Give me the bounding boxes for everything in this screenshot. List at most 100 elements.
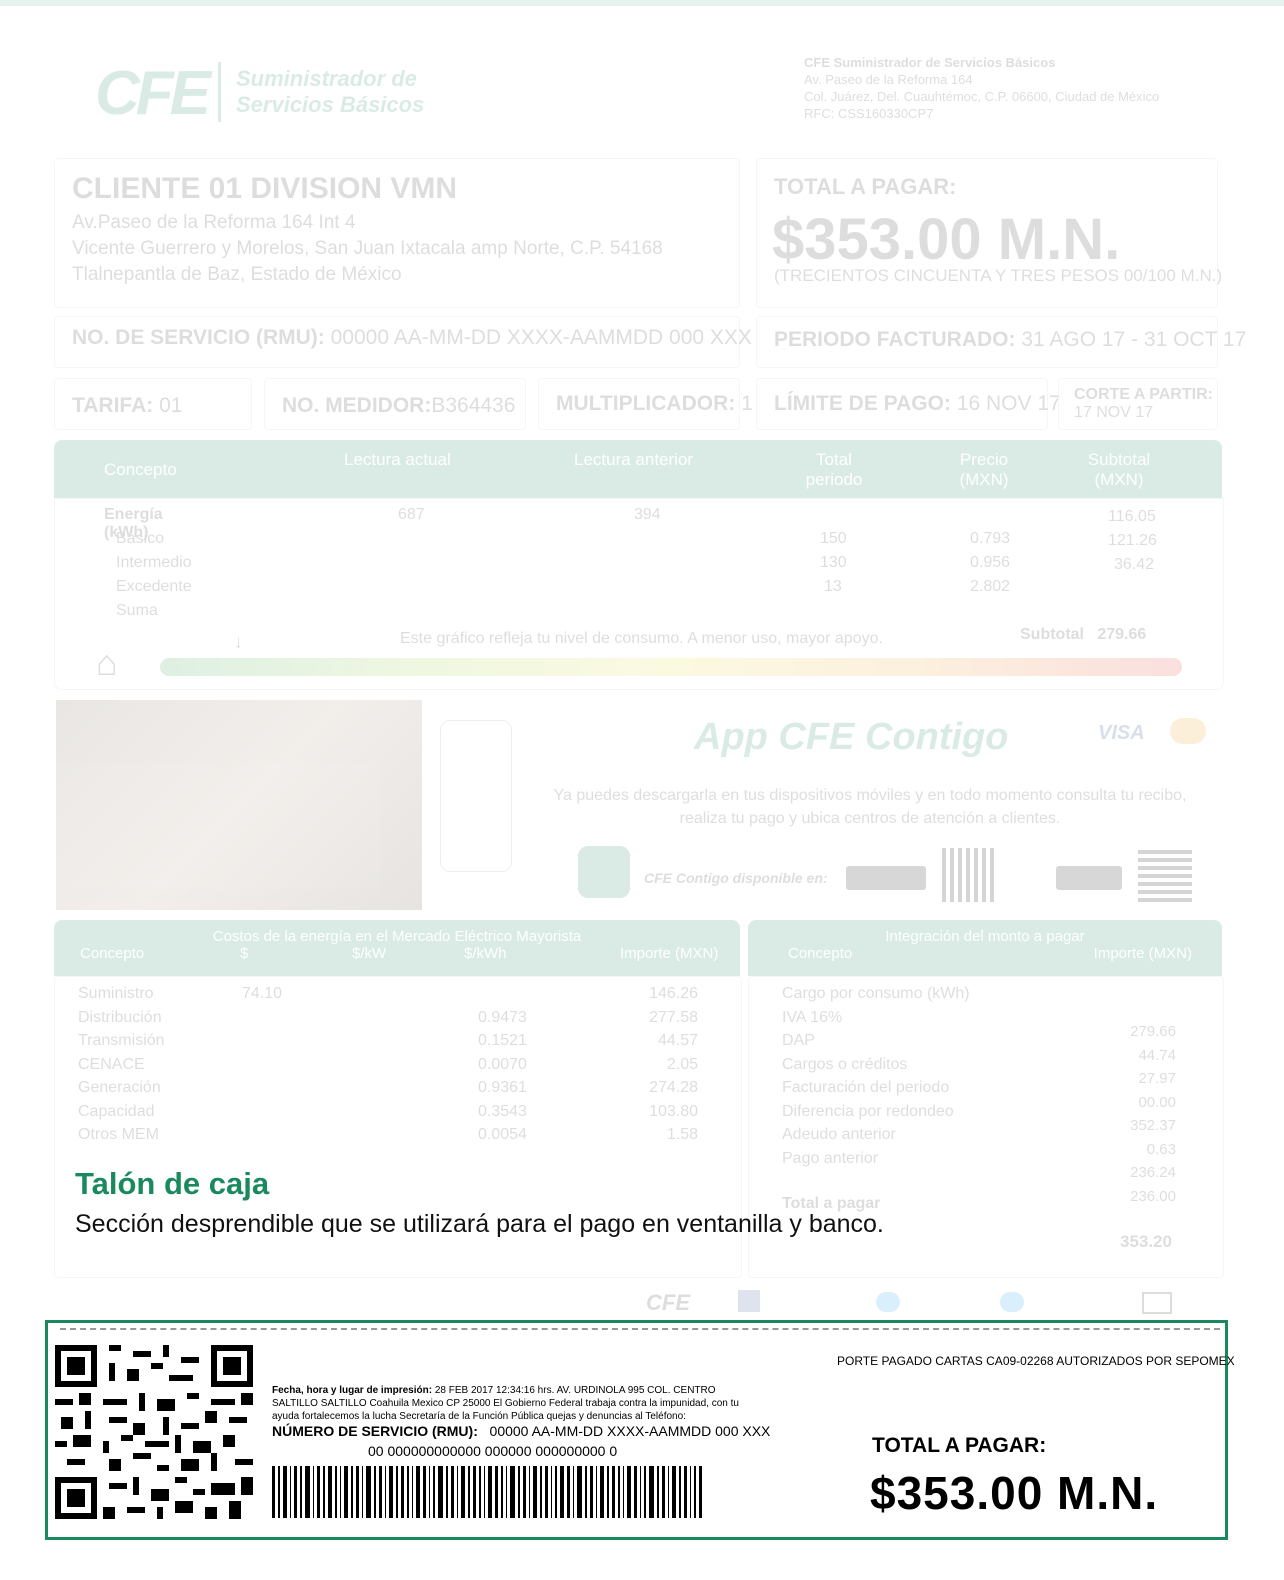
cost-row-concepto: Distribución [78,1008,162,1026]
cut-line [60,1328,1220,1330]
cost-rows: Suministro 74.10 146.26 Distribución 0.9473… [78,982,718,1147]
payment-amount: 27.97 [1138,1070,1176,1087]
stub-service-number: NÚMERO DE SERVICIO (RMU): 00000 AA-MM-DD… [272,1423,770,1439]
cost-row-c: 0.0070 [478,1055,527,1073]
col-precio: Precio (MXN) [959,450,1009,489]
cost-row-c: 0.9473 [478,1008,527,1026]
app-description: Ya puedes descargarla en tus dispositivo… [553,787,1187,827]
cost-row-importe: 277.58 [649,1008,698,1026]
cost-row-concepto: Otros MEM [78,1126,159,1143]
print-info: Fecha, hora y lugar de impresión: 28 FEB… [272,1384,752,1423]
cost-row-c: 0.9361 [478,1079,527,1096]
period-label: PERIODO FACTURADO: [774,328,1016,351]
client-address2: Vicente Guerrero y Morelos, San Juan Ixt… [72,238,663,259]
cost-col-kw: $/kW [352,945,387,962]
cell-precio-2: 0.956 [970,554,1011,571]
mastercard-logo [1170,718,1206,744]
cell-actual: 687 [398,506,425,523]
cost-table-header: Costos de la energía en el Mercado Eléct… [54,920,740,976]
twitter-icon [876,1292,900,1312]
cost-col-kwh: $/kWh [464,945,507,962]
payment-table-header: Integración del monto a pagar Concepto I… [748,920,1222,976]
multiplicador: MULTIPLICADOR: 1 [556,392,753,416]
corte-value: 17 NOV 17 [1074,404,1154,421]
medidor-label: NO. MEDIDOR: [282,394,432,417]
payment-row: Cargo por consumo (kWh) [782,985,970,1002]
stub-total-label: TOTAL A PAGAR: [872,1434,1047,1457]
cost-row-concepto: Generación [78,1079,161,1096]
consumption-gauge [160,658,1182,676]
cfe-contigo-app-icon [578,846,630,898]
cost-row-importe: 1.58 [666,1126,698,1143]
tarifa-value: 01 [159,394,183,417]
facebook-icon [738,1290,760,1312]
twitter-icon-2 [1000,1292,1024,1312]
payment-amounts: 279.66 44.74 27.97 00.00 352.37 0.63 236… [1060,1020,1176,1208]
logo-subtitle-line1: Suministrador de [236,66,417,91]
subtotal-label: Subtotal [1020,626,1084,643]
col-lectura-anterior: Lectura anterior [574,450,694,469]
issuer-address2: Col. Juárez, Del. Cuauhtémoc, C.P. 06600… [804,89,1160,104]
row-intermedio: Intermedio [116,554,192,571]
cost-row-importe: 44.57 [657,1032,698,1049]
payment-table-title: Integración del monto a pagar [885,928,1085,945]
col-concepto: Concepto [104,460,177,479]
logo-subtitle: Suministrador de Servicios Básicos [236,66,424,118]
app-title: App CFE Contigo [694,716,1009,758]
visa-logo: VISA [1098,722,1145,744]
period: PERIODO FACTURADO: 31 AGO 17 - 31 OCT 17 [774,328,1246,352]
payment-amount: 236.00 [1130,1187,1176,1205]
payment-amount: 279.66 [1130,1023,1176,1040]
cost-row-concepto: Suministro [78,985,154,1002]
arrow-down-icon: ↓ [234,632,243,652]
issuer-address1: Av. Paseo de la Reforma 164 [804,72,973,87]
porte-pagado: PORTE PAGADO CARTAS CA09-02268 AUTORIZAD… [837,1354,1235,1368]
cell-precio-1: 0.793 [970,530,1011,547]
multiplicador-value: 1 [741,392,753,415]
stub-qr-code [55,1345,253,1519]
multiplicador-label: MULTIPLICADOR: [556,392,736,415]
cost-row-concepto: CENACE [78,1055,145,1073]
cell-subtotal-1: 121.26 [1108,532,1157,549]
cost-col-dollar: $ [240,945,249,962]
logo-separator [218,62,221,122]
house-icon: ⌂ [96,642,118,683]
issuer-info: CFE Suministrador de Servicios Básicos A… [804,54,1159,122]
client-name: CLIENTE 01 DIVISION VMN [72,172,458,205]
client-address1: Av.Paseo de la Reforma 164 Int 4 [72,212,356,233]
service-value: 00000 AA-MM-DD XXXX-AAMMDD 000 XXX [330,326,752,349]
issuer-name: CFE Suministrador de Servicios Básicos [804,55,1056,70]
total-label: TOTAL A PAGAR: [774,174,957,199]
google-play-badge [846,866,926,890]
cfe-logo: CFE [95,59,211,128]
gauge-caption: Este gráfico refleja tu nivel de consumo… [400,630,883,647]
payment-amount: 236.24 [1130,1164,1176,1181]
tarifa: TARIFA: 01 [72,394,182,418]
stub-service-value: 00000 AA-MM-DD XXXX-AAMMDD 000 XXX [489,1423,771,1439]
qr-ios-icon [1138,848,1192,902]
cost-table-title: Costos de la energía en el Mercado Eléct… [212,928,582,945]
limite-label: LÍMITE DE PAGO: [774,392,951,415]
corte: CORTE A PARTIR: 17 NOV 17 [1074,386,1213,422]
cost-row-importe: 274.28 [649,1079,698,1096]
cost-row-c: 0.3543 [478,1102,527,1120]
cell-total-3: 13 [824,578,842,595]
col-total-periodo: Total periodo [805,450,863,489]
qr-android-icon [942,848,998,902]
period-value: 31 AGO 17 - 31 OCT 17 [1021,328,1247,351]
cost-row-concepto: Transmisión [78,1032,165,1049]
talon-description: Sección desprendible que se utilizará pa… [75,1210,884,1238]
payment-col-importe: Importe (MXN) [1093,945,1192,962]
total-words: (TRECIENTOS CINCUENTA Y TRES PESOS 00/10… [774,266,1223,285]
row-suma: Suma [116,602,158,619]
col-subtotal: Subtotal (MXN) [1087,450,1151,489]
promo-photo [56,700,422,910]
limite-value: 16 NOV 17 [956,392,1061,415]
issuer-rfc: RFC: CSS160330CP7 [804,106,934,121]
cell-total-1: 150 [820,530,847,547]
available-label: CFE Contigo disponible en: [644,870,828,886]
stub-reference-number: 00 000000000000 000000 000000000 0 [368,1443,618,1459]
limite-pago: LÍMITE DE PAGO: 16 NOV 17 [774,392,1061,416]
stub-service-label: NÚMERO DE SERVICIO (RMU): [272,1423,478,1439]
cell-subtotal-2: 36.42 [1114,556,1155,573]
